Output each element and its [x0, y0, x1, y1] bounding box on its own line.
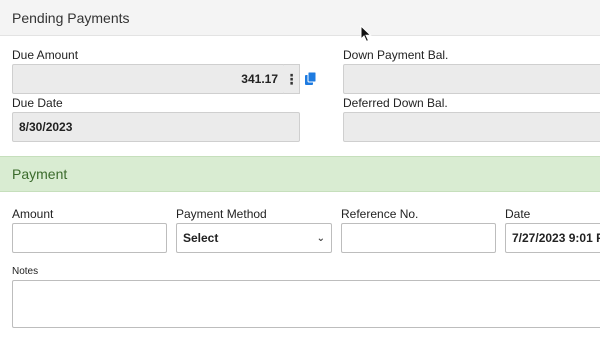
- notes-textarea[interactable]: [12, 280, 600, 328]
- payment-method-label: Payment Method: [176, 207, 267, 221]
- pending-payments-title: Pending Payments: [12, 9, 130, 26]
- due-amount-field[interactable]: 341.17: [12, 64, 285, 94]
- reference-no-input[interactable]: [341, 223, 496, 253]
- kebab-menu-icon[interactable]: ⋮: [284, 64, 300, 94]
- notes-label: Notes: [12, 266, 39, 277]
- payment-method-value: Select: [183, 231, 219, 245]
- due-date-value: 8/30/2023: [19, 120, 73, 134]
- due-date-field[interactable]: 8/30/2023: [12, 112, 300, 142]
- mouse-cursor-icon: [360, 25, 372, 43]
- due-amount-label: Due Amount: [12, 48, 79, 62]
- down-payment-field[interactable]: [343, 64, 600, 94]
- chevron-down-icon: ⌄: [316, 232, 325, 244]
- copy-icon[interactable]: [305, 72, 317, 86]
- deferred-down-label: Deferred Down Bal.: [343, 96, 448, 110]
- due-amount-value: 341.17: [241, 72, 278, 86]
- date-value: 7/27/2023 9:01 F: [512, 231, 600, 245]
- date-input[interactable]: 7/27/2023 9:01 F: [505, 223, 600, 253]
- date-label: Date: [505, 207, 531, 221]
- deferred-down-field[interactable]: [343, 112, 600, 142]
- pending-payments-header: Pending Payments: [0, 0, 600, 36]
- payment-header: Payment: [0, 156, 600, 192]
- amount-input[interactable]: [12, 223, 167, 253]
- down-payment-label: Down Payment Bal.: [343, 48, 449, 62]
- reference-no-label: Reference No.: [341, 207, 419, 221]
- payment-title: Payment: [12, 166, 68, 182]
- due-date-label: Due Date: [12, 96, 63, 110]
- payment-method-select[interactable]: Select ⌄: [176, 223, 332, 253]
- amount-label: Amount: [12, 207, 54, 221]
